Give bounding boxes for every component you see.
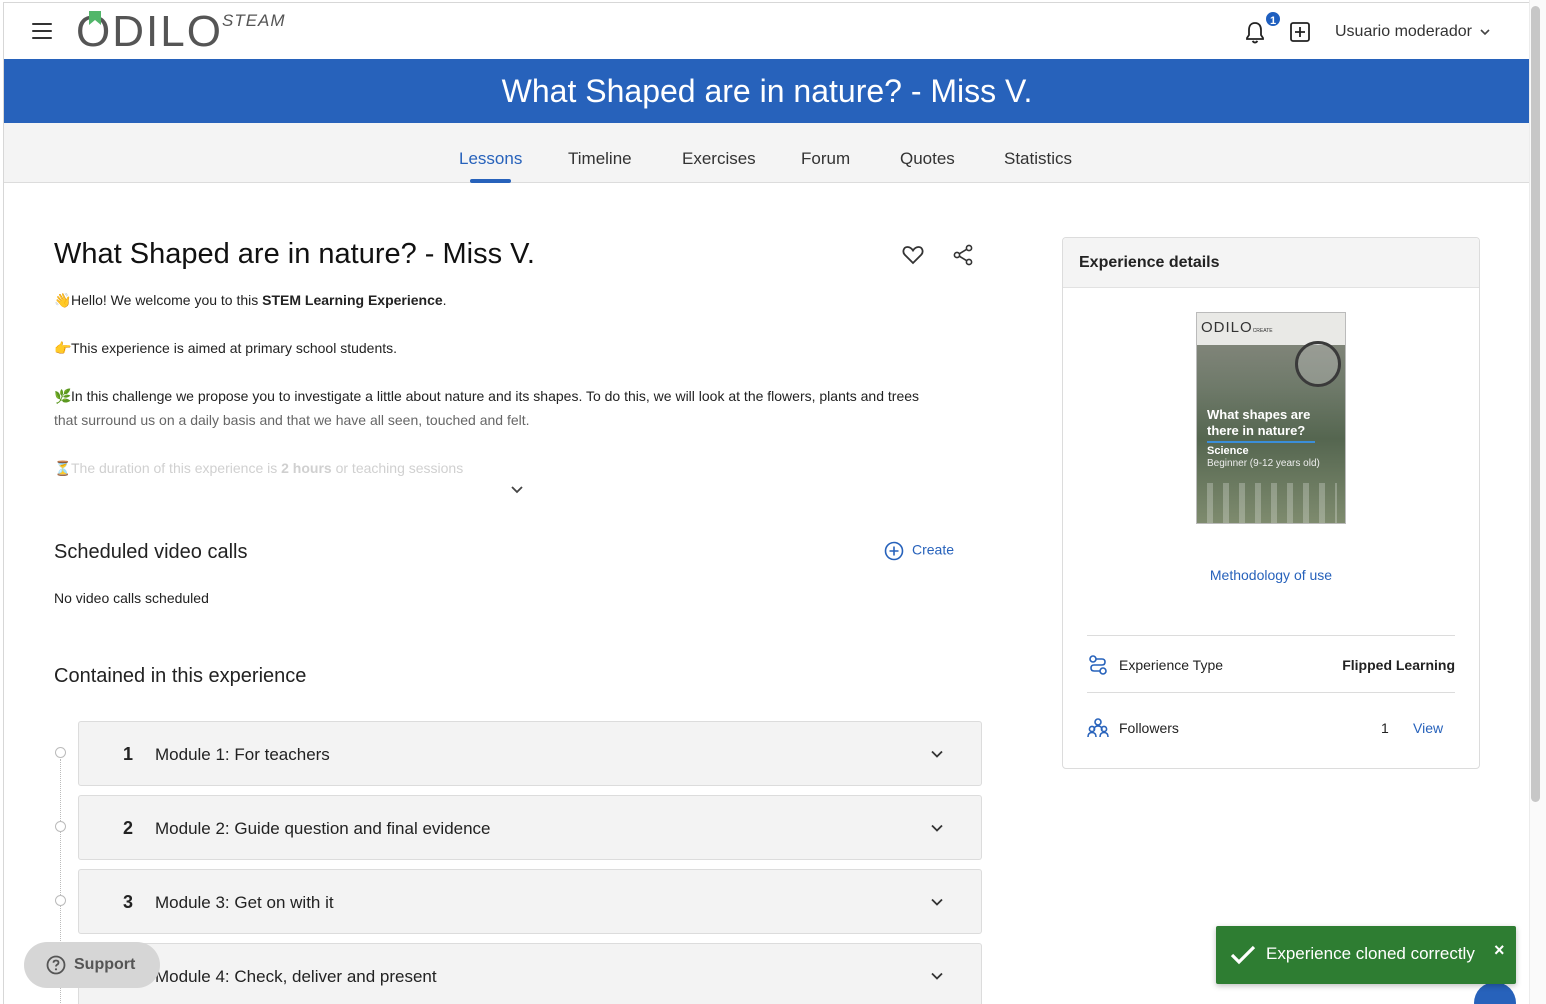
app-product-name: STEAM bbox=[222, 11, 286, 30]
chevron-down-icon bbox=[931, 972, 943, 980]
divider bbox=[1087, 635, 1455, 636]
user-name: Usuario moderador bbox=[1335, 23, 1472, 40]
module-accordion[interactable]: 1 Module 1: For teachers bbox=[78, 721, 982, 786]
notifications-bell-icon[interactable] bbox=[1244, 21, 1266, 45]
experience-type-value: Flipped Learning bbox=[1342, 657, 1455, 673]
magnifier-illustration bbox=[1295, 341, 1341, 387]
add-circle-icon bbox=[884, 541, 904, 561]
view-followers-link[interactable]: View bbox=[1413, 720, 1443, 736]
menu-icon[interactable] bbox=[32, 23, 52, 39]
chevron-down-icon bbox=[931, 898, 943, 906]
chevron-down-icon bbox=[931, 824, 943, 832]
app-window: ODILO STEAM 1 Usuario moderador What Sha… bbox=[3, 2, 1529, 1004]
module-number: 2 bbox=[123, 818, 134, 838]
toast-message: Experience cloned correctly bbox=[1266, 944, 1475, 963]
empty-video-calls-text: No video calls scheduled bbox=[54, 590, 209, 606]
divider bbox=[1087, 692, 1455, 693]
methodology-link[interactable]: Methodology of use bbox=[1063, 567, 1479, 583]
expand-description-chevron-icon[interactable] bbox=[510, 483, 524, 497]
description-paragraph: 🌿In this challenge we propose you to inv… bbox=[54, 384, 919, 432]
wave-emoji: 👋 bbox=[54, 292, 72, 308]
chevron-down-icon bbox=[1480, 29, 1490, 36]
followers-row: Followers 1 View bbox=[1087, 717, 1455, 741]
chevron-down-icon bbox=[931, 750, 943, 758]
scrollbar-thumb[interactable] bbox=[1531, 6, 1540, 802]
card-heading: Experience details bbox=[1063, 238, 1479, 288]
cover-level: Beginner (9-12 years old) bbox=[1207, 458, 1320, 469]
description-paragraph: 👉This experience is aimed at primary sch… bbox=[54, 336, 397, 360]
support-label: Support bbox=[74, 956, 136, 973]
tab-forum[interactable]: Forum bbox=[801, 149, 850, 169]
module-number: 3 bbox=[123, 892, 134, 912]
module-title: Module 4: Check, deliver and present bbox=[155, 967, 437, 986]
tab-timeline[interactable]: Timeline bbox=[568, 149, 632, 169]
cover-logo: ODILOCREATE bbox=[1201, 319, 1273, 336]
herb-emoji: 🌿 bbox=[54, 388, 72, 404]
tab-lessons[interactable]: Lessons bbox=[459, 149, 522, 169]
create-video-call-button[interactable]: Create bbox=[884, 541, 954, 561]
experience-details-card: Experience details ODILOCREATE What shap… bbox=[1062, 237, 1480, 769]
add-content-icon[interactable] bbox=[1290, 22, 1310, 42]
favorite-heart-icon[interactable] bbox=[902, 245, 924, 265]
page-title: What Shaped are in nature? - Miss V. bbox=[54, 238, 535, 270]
tab-bar: Lessons Timeline Exercises Forum Quotes … bbox=[4, 123, 1529, 183]
tab-statistics[interactable]: Statistics bbox=[1004, 149, 1072, 169]
cover-subject: Science bbox=[1207, 445, 1249, 457]
user-menu[interactable]: Usuario moderador bbox=[1335, 23, 1490, 41]
help-circle-icon bbox=[46, 955, 66, 975]
route-icon bbox=[1089, 655, 1107, 675]
followers-group-icon bbox=[1087, 718, 1109, 738]
module-accordion[interactable]: 2 Module 2: Guide question and final evi… bbox=[78, 795, 982, 860]
description-paragraph-faded: ⏳The duration of this experience is 2 ho… bbox=[54, 456, 463, 480]
tab-quotes[interactable]: Quotes bbox=[900, 149, 955, 169]
section-heading-contained: Contained in this experience bbox=[54, 665, 307, 687]
timeline-dot bbox=[55, 895, 66, 906]
logo-bookmark-icon bbox=[89, 11, 101, 25]
active-tab-indicator bbox=[470, 179, 511, 183]
pointing-emoji: 👉 bbox=[54, 340, 72, 356]
support-button[interactable]: Support bbox=[24, 942, 160, 988]
share-icon[interactable] bbox=[952, 244, 974, 266]
module-accordion[interactable]: 4 Module 4: Check, deliver and present bbox=[78, 943, 982, 1004]
notification-count-badge: 1 bbox=[1264, 10, 1282, 28]
experience-banner-title: What Shaped are in nature? - Miss V. bbox=[4, 59, 1529, 123]
checkmark-icon bbox=[1230, 945, 1256, 965]
timeline-dot bbox=[55, 747, 66, 758]
module-accordion[interactable]: 3 Module 3: Get on with it bbox=[78, 869, 982, 934]
followers-label: Followers bbox=[1119, 720, 1179, 736]
section-heading-video-calls: Scheduled video calls bbox=[54, 541, 248, 563]
module-title: Module 2: Guide question and final evide… bbox=[155, 819, 491, 838]
hourglass-emoji: ⏳ bbox=[54, 460, 72, 476]
top-bar: ODILO STEAM 1 Usuario moderador bbox=[4, 3, 1529, 59]
timeline-dot bbox=[55, 821, 66, 832]
description-paragraph: 👋Hello! We welcome you to this STEM Lear… bbox=[54, 288, 447, 312]
close-toast-button[interactable]: × bbox=[1494, 940, 1505, 961]
tab-exercises[interactable]: Exercises bbox=[682, 149, 756, 169]
followers-count: 1 bbox=[1381, 720, 1389, 736]
experience-type-row: Experience Type Flipped Learning bbox=[1087, 654, 1455, 678]
cover-title: What shapes are there in nature? bbox=[1207, 407, 1311, 438]
module-number: 1 bbox=[123, 744, 134, 764]
success-toast: Experience cloned correctly × bbox=[1216, 926, 1516, 984]
experience-cover-image[interactable]: ODILOCREATE What shapes are there in nat… bbox=[1196, 312, 1346, 524]
module-title: Module 3: Get on with it bbox=[155, 893, 334, 912]
module-title: Module 1: For teachers bbox=[155, 745, 330, 764]
experience-type-label: Experience Type bbox=[1119, 657, 1224, 673]
test-tubes-illustration bbox=[1207, 483, 1337, 523]
